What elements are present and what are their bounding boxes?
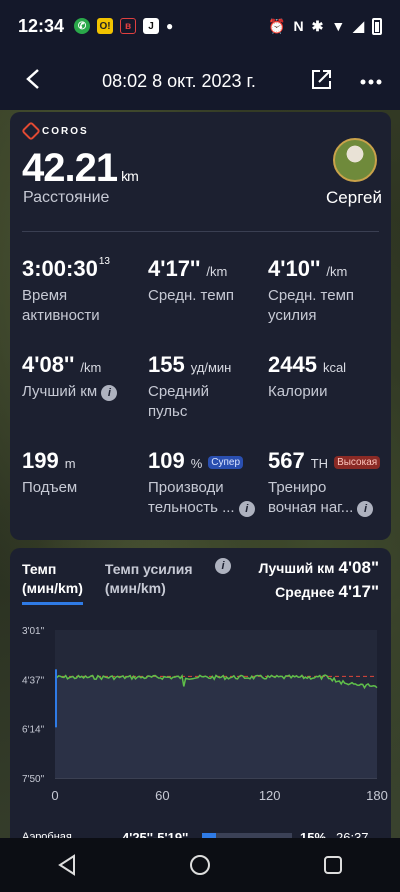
pace-summary: Лучший км 4'08" Среднее 4'17": [259, 556, 379, 604]
nav-home-icon[interactable]: [185, 850, 215, 880]
nav-recents-icon[interactable]: [318, 850, 348, 880]
avg-value: 4'17": [338, 582, 379, 601]
info-icon[interactable]: i: [238, 501, 255, 517]
y-tick-label: 3'01": [22, 626, 45, 637]
brand-logo: COROS: [21, 121, 89, 141]
stat-calories: 2445 kcal Калории: [268, 352, 388, 402]
stat-avg-pace: 4'17'' /km Средн. темп: [148, 256, 268, 306]
dot-icon: ●: [166, 19, 174, 33]
distance-value: 42.21 km: [22, 146, 139, 191]
distance-label: Расстояние: [23, 189, 110, 206]
info-icon[interactable]: i: [215, 558, 231, 574]
stat-value: 4'10'': [268, 256, 321, 281]
stat-elevation: 199 m Подъем: [22, 448, 142, 498]
stat-avg-hr: 155 уд/мин Средний пульс: [148, 352, 268, 422]
tab-effort-pace[interactable]: Темп усилия (мин/km): [105, 560, 193, 605]
stat-unit: /km: [206, 264, 228, 279]
distance-number: 42.21: [22, 146, 118, 190]
stat-label: Средний пульс: [148, 383, 209, 420]
more-icon[interactable]: [360, 72, 382, 90]
app-j-icon: J: [143, 18, 160, 34]
stat-label: Время активности⁠: [22, 287, 100, 324]
status-badge: Супер: [208, 455, 244, 469]
pace-card: Темп (мин/km) Темп усилия (мин/km) i Лучши…: [10, 548, 391, 848]
stat-value: 3:00:30: [22, 256, 98, 281]
stat-performance: 109% Супер Производи тельность ... i: [148, 448, 268, 518]
stat-training-load: 567 TH Высокая Трениро вочная наг... i: [268, 448, 388, 518]
info-icon[interactable]: i: [357, 501, 374, 517]
summary-card: COROS 42.21 km Расстояние Сергей 3:00:301…: [10, 112, 391, 540]
best-km-label: Лучший км: [258, 560, 335, 576]
ok-icon: O!: [97, 18, 114, 34]
system-nav-bar: [0, 838, 400, 892]
stat-unit: m: [64, 456, 76, 471]
status-time: 12:34: [18, 15, 65, 36]
pace-area: [55, 675, 377, 778]
app-header: 08:02 8 окт. 2023 г.: [0, 52, 400, 110]
pace-chart: 3'01" 4'37" 6'14" 7'50" 0 60 120 180: [22, 626, 388, 803]
bluetooth-icon: ✱: [311, 17, 324, 34]
stat-label: Калории: [268, 383, 328, 400]
distance-unit: km: [121, 168, 139, 184]
stat-label: Трениро вочная наг... i: [268, 478, 388, 518]
stat-label: Средн. темп усилия⁠: [268, 287, 355, 324]
info-icon[interactable]: i: [101, 385, 118, 401]
nfc-icon: N: [293, 18, 304, 34]
stat-value: 4'08'': [22, 352, 75, 377]
stat-unit: /km: [326, 264, 348, 279]
app-red-icon: в: [120, 18, 137, 34]
status-bar: 12:34 ✆ O! в J ● ⏰ N ✱ ▼ ◢: [0, 0, 400, 52]
best-km-value: 4'08": [338, 558, 379, 577]
stat-active-time: 3:00:3013 Время активности⁠: [22, 256, 142, 326]
battery-icon: [372, 17, 382, 35]
stat-value: 2445: [268, 352, 317, 377]
nav-back-icon[interactable]: [52, 850, 82, 880]
stat-value: 567: [268, 448, 305, 473]
share-icon[interactable]: [310, 67, 334, 96]
status-badge: Высокая: [334, 455, 381, 469]
divider: [22, 231, 379, 232]
stat-best-km: 4'08'' /km Лучший км i: [22, 352, 142, 402]
x-tick-label: 60: [155, 788, 169, 803]
y-tick-label: 4'37": [22, 675, 45, 686]
coros-logo-icon: [21, 121, 41, 141]
stat-unit: /km: [80, 360, 102, 375]
stat-label: Лучший км i: [22, 382, 142, 402]
avatar[interactable]: [333, 138, 377, 182]
y-tick-label: 6'14": [22, 725, 45, 736]
avg-label: Среднее: [275, 584, 335, 600]
stat-unit: уд/мин: [190, 360, 232, 375]
back-icon[interactable]: [18, 66, 48, 97]
page-title: 08:02 8 окт. 2023 г.: [102, 70, 256, 91]
wifi-icon: ▼: [331, 18, 346, 34]
stat-unit: TH: [310, 456, 329, 471]
x-tick-label: 0: [51, 788, 58, 803]
stat-sup: 13: [98, 256, 110, 267]
signal-icon: ◢: [353, 17, 364, 34]
stat-unit: %: [190, 456, 203, 471]
stat-label: Средн. темп: [148, 287, 235, 304]
stat-value: 4'17'': [148, 256, 201, 281]
stat-label: Подъем: [22, 479, 78, 496]
y-tick-label: 7'50": [22, 774, 45, 785]
stat-value: 155: [148, 352, 185, 377]
whatsapp-icon: ✆: [74, 18, 91, 34]
stat-avg-effort-pace: 4'10'' /km Средн. темп усилия⁠: [268, 256, 388, 326]
tab-pace[interactable]: Темп (мин/km): [22, 560, 83, 605]
stat-unit: kcal: [322, 360, 347, 375]
stat-value: 109: [148, 448, 185, 473]
pace-tabs: Темп (мин/km) Темп усилия (мин/km): [22, 560, 193, 605]
x-tick-label: 180: [366, 788, 388, 803]
x-tick-label: 120: [259, 788, 281, 803]
stat-value: 199: [22, 448, 59, 473]
user-name: Сергей: [326, 188, 382, 207]
stat-label: Производи тельность ... i: [148, 478, 268, 518]
brand-name: COROS: [42, 125, 89, 137]
alarm-icon: ⏰: [268, 17, 286, 34]
